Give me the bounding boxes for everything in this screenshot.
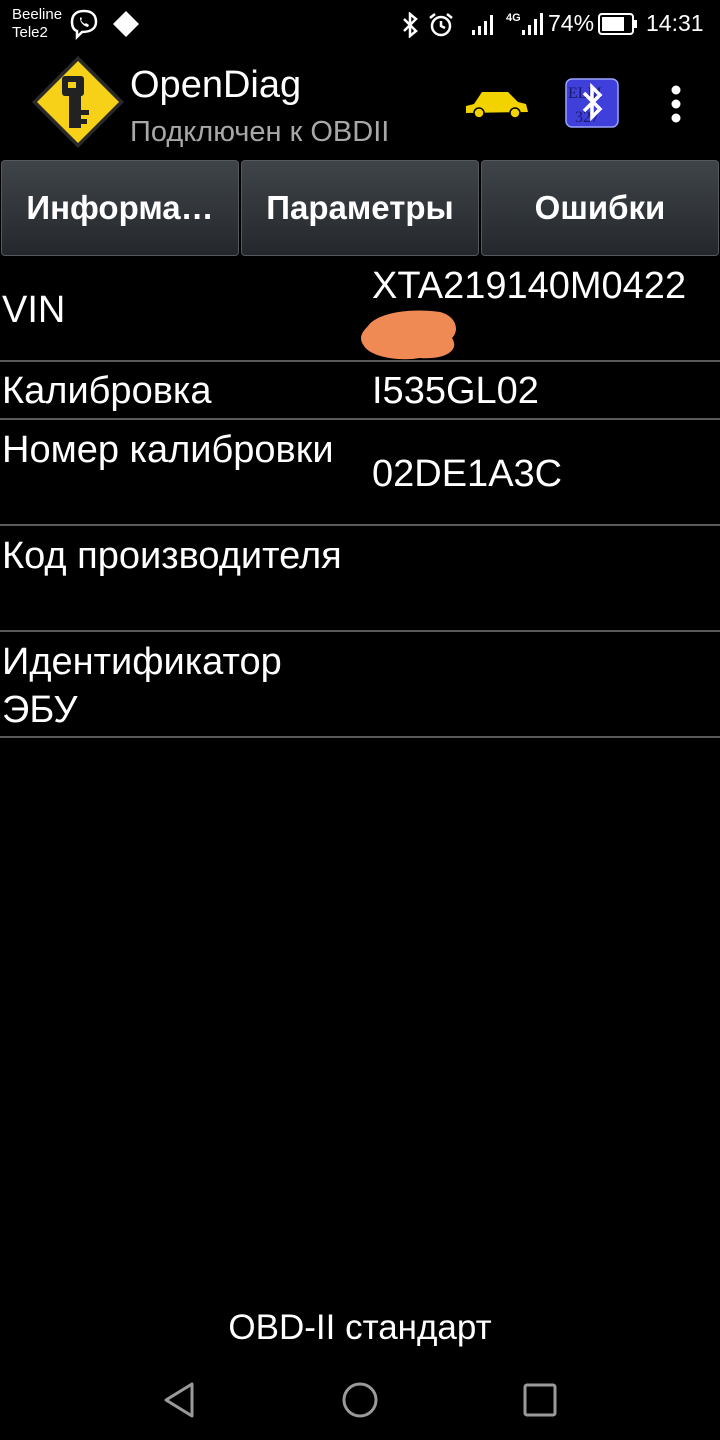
tab-parameters[interactable]: Параметры xyxy=(241,160,479,256)
status-bar: Beeline Tele2 4G 74% 14:31 xyxy=(0,0,720,48)
info-value: 02DE1A3C xyxy=(372,453,563,495)
info-label: VIN xyxy=(2,289,66,331)
recents-icon[interactable] xyxy=(518,1378,562,1422)
connection-status: Подключен к OBDII xyxy=(130,116,390,148)
bluetooth-icon xyxy=(403,12,418,38)
carrier-1: Beeline xyxy=(12,6,63,23)
info-row-ecu-id: Идентификатор ЭБУ xyxy=(0,632,720,738)
redaction-mark xyxy=(361,310,456,360)
back-icon[interactable] xyxy=(158,1378,202,1422)
app-title: OpenDiag xyxy=(130,64,302,106)
info-row-vin: VIN XTA219140M0422 xyxy=(0,256,720,362)
carrier-names: Beeline Tele2 xyxy=(12,6,62,42)
info-row-manufacturer-code: Код производителя xyxy=(0,526,720,632)
tab-information[interactable]: Информа… xyxy=(1,160,239,256)
info-value: I535GL02 xyxy=(372,370,539,412)
info-label: Код производителя xyxy=(2,535,342,577)
car-icon[interactable] xyxy=(462,86,530,120)
signal-4g-icon: 4G xyxy=(506,12,543,35)
more-vertical-icon[interactable] xyxy=(660,82,692,126)
obd-standard-label: OBD-II стандарт xyxy=(228,1308,492,1347)
tab-bar: Информа… Параметры Ошибки xyxy=(0,160,720,256)
key-logo-icon xyxy=(32,56,124,148)
diamond-icon xyxy=(113,11,139,37)
info-label: Калибровка xyxy=(2,370,212,412)
battery-icon xyxy=(598,13,637,35)
app-bar: OpenDiag Подключен к OBDII ELM 327 xyxy=(0,48,720,160)
carrier-2: Tele2 xyxy=(12,24,48,41)
svg-text:4G: 4G xyxy=(506,12,521,24)
info-label: Номер калибровки xyxy=(2,429,334,471)
tab-errors[interactable]: Ошибки xyxy=(481,160,719,256)
info-row-calibration: Калибровка I535GL02 xyxy=(0,362,720,420)
alarm-icon xyxy=(429,13,453,37)
info-table: VIN XTA219140M0422 Калибровка I535GL02 Н… xyxy=(0,256,720,738)
navigation-bar xyxy=(0,1360,720,1440)
viber-icon xyxy=(70,9,98,40)
clock: 14:31 xyxy=(646,10,704,36)
home-icon[interactable] xyxy=(338,1378,382,1422)
signal-icon xyxy=(472,15,493,35)
bluetooth-adapter-icon[interactable]: ELM 327 xyxy=(565,78,619,128)
info-row-calibration-number: Номер калибровки 02DE1A3C xyxy=(0,420,720,526)
battery-percent: 74% xyxy=(548,10,595,36)
info-label: Идентификатор ЭБУ xyxy=(2,641,282,731)
info-value: XTA219140M0422 xyxy=(372,265,687,307)
